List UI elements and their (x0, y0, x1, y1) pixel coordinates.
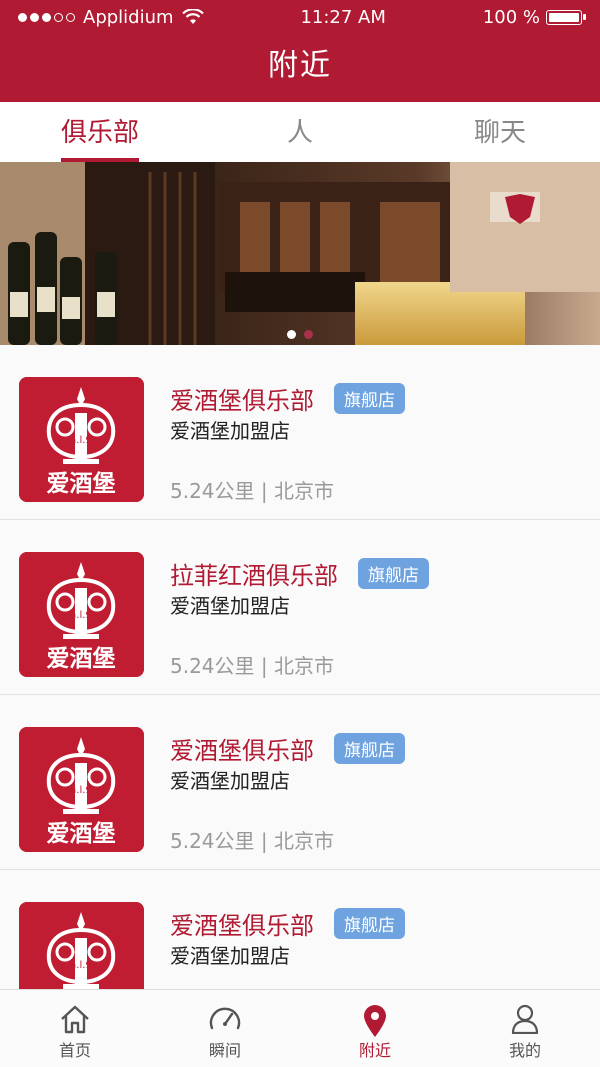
bottom-tab-bar: 首页 瞬间 附近 我的 (0, 989, 600, 1067)
nav-home[interactable]: 首页 (0, 990, 150, 1067)
flagship-badge: 旗舰店 (334, 908, 405, 939)
status-time: 11:27 AM (300, 6, 386, 28)
club-distance-city: 5.24公里 | 北京市 (170, 829, 334, 853)
tab-people[interactable]: 人 (200, 102, 400, 162)
flagship-badge: 旗舰店 (334, 383, 405, 414)
nav-label: 瞬间 (208, 1041, 241, 1060)
svg-text:a.l.9: a.l.9 (70, 610, 92, 621)
signal-icon (18, 12, 75, 22)
nav-label: 附近 (358, 1041, 391, 1060)
list-item[interactable]: a.l.9 爱酒堡 拉菲红酒俱乐部 旗舰店 爱酒堡加盟店 5.24公里 | 北京市 (0, 520, 600, 695)
club-subtitle: 爱酒堡加盟店 (170, 944, 290, 968)
svg-text:爱酒堡: 爱酒堡 (47, 645, 116, 672)
nav-label: 首页 (58, 1041, 91, 1060)
page-dot[interactable] (304, 330, 313, 339)
svg-text:爱酒堡: 爱酒堡 (47, 820, 116, 847)
page-dot-active[interactable] (287, 330, 296, 339)
flagship-badge: 旗舰店 (358, 558, 429, 589)
page-title: 附近 (268, 48, 332, 83)
club-logo: a.l.9 爱酒堡 (19, 552, 144, 677)
nav-nearby[interactable]: 附近 (300, 990, 450, 1067)
svg-text:a.l.9: a.l.9 (70, 435, 92, 446)
club-logo: a.l.9 爱酒堡 (19, 377, 144, 502)
club-name: 爱酒堡俱乐部 (170, 387, 314, 415)
club-name: 爱酒堡俱乐部 (170, 912, 314, 940)
list-item[interactable]: a.l.9 爱酒堡 爱酒堡俱乐部 旗舰店 爱酒堡加盟店 5.24公里 | 北京市 (0, 345, 600, 520)
svg-text:爱酒堡: 爱酒堡 (47, 470, 116, 497)
banner-carousel[interactable] (0, 162, 600, 345)
logo-emblem-icon: a.l.9 爱酒堡 (19, 552, 144, 677)
club-list: a.l.9 爱酒堡 爱酒堡俱乐部旗舰店 爱酒堡加盟店 5.24公里 | 北京市 (0, 345, 600, 1045)
gauge-icon (209, 1007, 241, 1030)
battery-percent: 100 % (482, 6, 540, 28)
user-icon (511, 1004, 539, 1034)
wifi-icon (181, 9, 204, 24)
club-subtitle: 爱酒堡加盟店 (170, 594, 290, 618)
battery-icon (546, 9, 586, 25)
svg-text:a.l.9: a.l.9 (70, 785, 92, 796)
club-distance-city: 5.24公里 | 北京市 (170, 479, 334, 503)
club-subtitle: 爱酒堡加盟店 (170, 769, 290, 793)
nav-moments[interactable]: 瞬间 (150, 990, 300, 1067)
tab-clubs[interactable]: 俱乐部 (0, 102, 200, 162)
club-subtitle: 爱酒堡加盟店 (170, 419, 290, 443)
club-name: 拉菲红酒俱乐部 (170, 562, 338, 590)
carousel-page-indicator (0, 330, 600, 339)
segment-tabs: 俱乐部 人 聊天 (0, 102, 600, 162)
logo-emblem-icon: a.l.9 爱酒堡 (19, 377, 144, 502)
top-bar: Applidium 11:27 AM 100 % 附近 (0, 0, 600, 102)
list-item[interactable]: a.l.9 爱酒堡 爱酒堡俱乐部 旗舰店 爱酒堡加盟店 5.24公里 | 北京市 (0, 695, 600, 870)
svg-text:a.l.9: a.l.9 (70, 960, 92, 971)
flagship-badge: 旗舰店 (334, 733, 405, 764)
app-screen: Applidium 11:27 AM 100 % 附近 俱乐部 人 聊天 a.l… (0, 0, 600, 1067)
location-pin-icon (364, 1005, 386, 1037)
home-icon (61, 1005, 89, 1034)
tab-chat[interactable]: 聊天 (400, 102, 600, 162)
nav-mine[interactable]: 我的 (450, 990, 600, 1067)
nav-label: 我的 (508, 1041, 541, 1060)
status-bar: Applidium 11:27 AM 100 % (0, 0, 600, 34)
club-logo: a.l.9 爱酒堡 (19, 727, 144, 852)
logo-emblem-icon: a.l.9 爱酒堡 (19, 727, 144, 852)
banner-image (0, 162, 600, 345)
club-name: 爱酒堡俱乐部 (170, 737, 314, 765)
club-distance-city: 5.24公里 | 北京市 (170, 654, 334, 678)
carrier-name: Applidium (83, 6, 174, 28)
